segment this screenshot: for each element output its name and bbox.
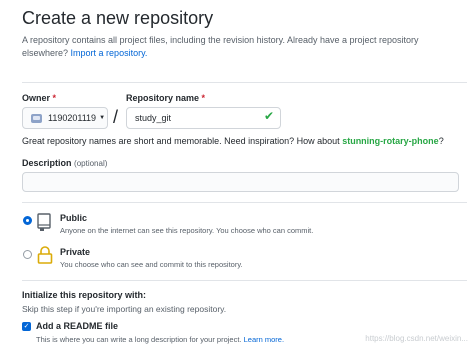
create-repository-page: Create a new repository A repository con… (0, 0, 474, 349)
private-description: You choose who can see and commit to thi… (60, 260, 243, 269)
divider (22, 202, 467, 203)
repository-name-input[interactable]: study_git (126, 107, 281, 129)
repository-icon (37, 213, 51, 231)
owner-value: 1190201119 (48, 113, 97, 123)
import-repository-link[interactable]: Import a repository. (71, 48, 148, 58)
description-label: Description (optional) (22, 158, 107, 168)
lock-icon (37, 246, 53, 264)
repository-name-label-text: Repository name (126, 93, 200, 103)
public-radio[interactable] (23, 216, 32, 225)
description-label-text: Description (22, 158, 72, 168)
repository-name-label: Repository name * (126, 93, 205, 103)
owner-select-button[interactable]: 1190201119 ▼ (22, 107, 108, 129)
page-title: Create a new repository (22, 8, 214, 28)
owner-avatar (31, 113, 42, 123)
initialize-description: Skip this step if you're importing an ex… (22, 304, 227, 314)
owner-label: Owner * (22, 93, 56, 103)
description-input[interactable] (22, 172, 459, 192)
public-title: Public (60, 213, 88, 223)
owner-repo-separator: / (113, 107, 119, 127)
readme-description-text: This is where you can write a long descr… (36, 335, 242, 344)
learn-more-link[interactable]: Learn more. (244, 335, 284, 344)
divider (22, 82, 467, 83)
required-marker: * (201, 93, 206, 103)
public-description: Anyone on the internet can see this repo… (60, 226, 314, 235)
hint-text: Great repository names are short and mem… (22, 136, 340, 146)
page-subtitle: A repository contains all project files,… (22, 34, 467, 60)
required-marker: * (52, 93, 57, 103)
watermark: https://blog.csdn.net/weixin... (365, 334, 468, 343)
owner-label-text: Owner (22, 93, 51, 103)
chevron-down-icon: ▼ (99, 115, 106, 121)
optional-tag: (optional) (74, 159, 108, 168)
divider (22, 280, 467, 281)
hint-end: ? (438, 136, 444, 146)
add-readme-label[interactable]: Add a README file (36, 321, 118, 331)
initialize-title: Initialize this repository with: (22, 290, 147, 300)
private-radio[interactable] (23, 250, 32, 259)
add-readme-checkbox[interactable]: ✓ (22, 322, 31, 331)
private-title: Private (60, 247, 91, 257)
name-suggestion-link[interactable]: stunning-rotary-phone (342, 136, 439, 146)
check-icon: ✔ (264, 109, 275, 123)
readme-description: This is where you can write a long descr… (36, 335, 284, 344)
name-hint: Great repository names are short and mem… (22, 136, 444, 146)
